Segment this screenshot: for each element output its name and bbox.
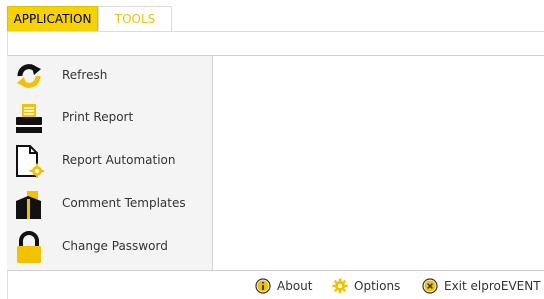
close-circle-icon [422,278,438,294]
status-bar: About Options Exit elproEVENT [7,270,544,299]
menu-item-change-password[interactable]: Change Password [7,227,212,267]
gear-icon [332,278,348,294]
tab-application[interactable]: APPLICATION [7,6,98,31]
menu-label-report-automation: Report Automation [62,153,176,167]
menu-label-comment-templates: Comment Templates [62,196,186,210]
comment-templates-icon [14,187,44,221]
options-label: Options [354,279,401,293]
menu-item-report-automation[interactable]: Report Automation [7,141,212,181]
main-panel [213,56,544,270]
report-automation-icon [14,144,44,178]
ribbon-strip [7,31,544,56]
ribbon-tab-bar: APPLICATION TOOLS [0,0,544,31]
printer-icon [14,101,44,135]
menu-label-change-password: Change Password [62,239,168,253]
menu-item-comment-templates[interactable]: Comment Templates [7,184,212,224]
tab-tools[interactable]: TOOLS [98,6,172,31]
menu-item-print-report[interactable]: Print Report [7,98,212,138]
application-menu: Refresh Print Report Report Automation C… [7,56,213,270]
refresh-icon [14,59,44,93]
info-icon [255,278,271,294]
menu-label-print-report: Print Report [62,110,134,124]
exit-label: Exit elproEVENT [444,279,541,293]
lock-icon [14,230,44,264]
about-label: About [277,279,313,293]
menu-item-refresh[interactable]: Refresh [7,56,212,96]
menu-label-refresh: Refresh [62,68,108,82]
